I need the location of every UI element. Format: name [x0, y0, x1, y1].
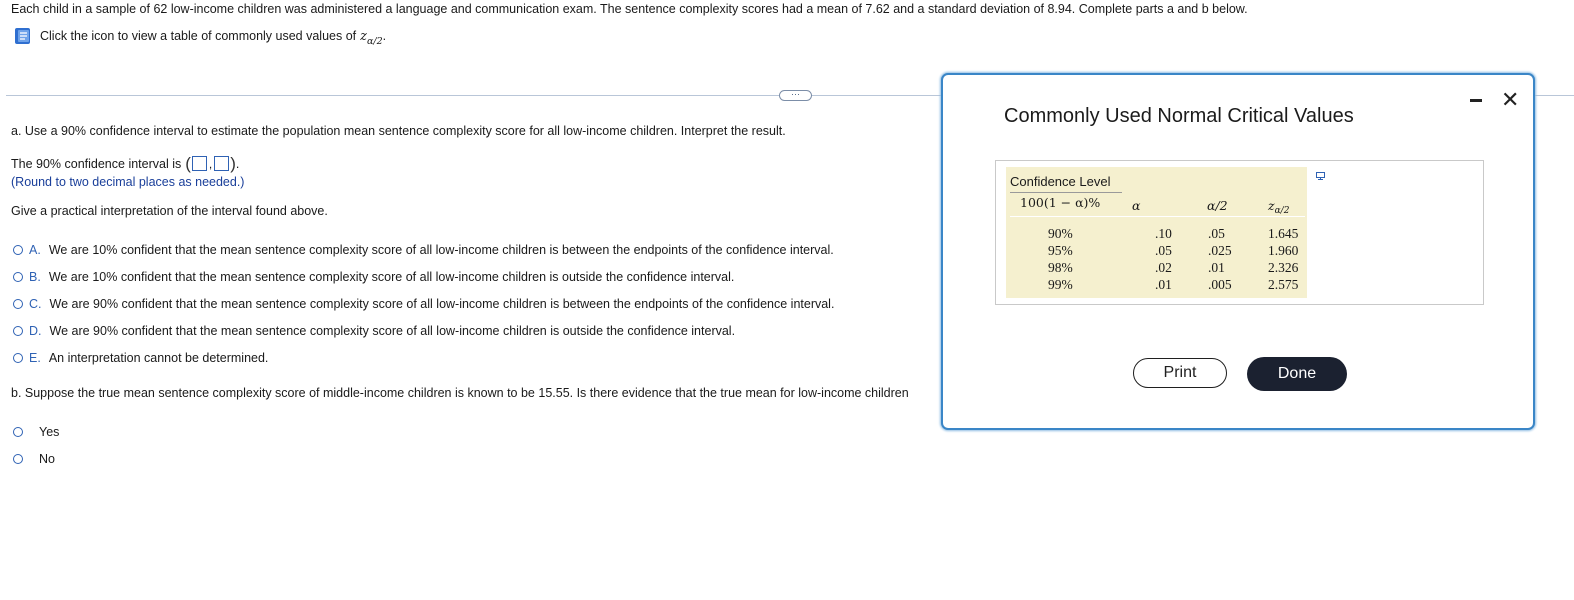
- table-cell: 2.326: [1268, 260, 1299, 275]
- option-letter: B.: [29, 270, 41, 284]
- header-alpha-half: α/2: [1207, 198, 1228, 213]
- interpretation-prompt: Give a practical interpretation of the i…: [11, 204, 328, 218]
- table-cell: 98%: [1048, 260, 1073, 275]
- ci-label: The 90% confidence interval is: [11, 156, 182, 171]
- problem-intro: Each child in a sample of 62 low-income …: [11, 2, 1248, 16]
- ci-answer-line: The 90% confidence interval is ( , ) .: [11, 153, 240, 173]
- table-cell: .01: [1208, 260, 1225, 275]
- close-icon[interactable]: ✕: [1501, 89, 1519, 111]
- dialog-title: Commonly Used Normal Critical Values: [1004, 105, 1354, 127]
- option-text: We are 90% confident that the mean sente…: [49, 297, 835, 311]
- help-period: .: [382, 29, 387, 43]
- radio-button[interactable]: [13, 454, 23, 464]
- table-cell: 95%: [1048, 243, 1073, 258]
- ci-lower-input[interactable]: [191, 156, 207, 171]
- option-letter: E.: [29, 351, 41, 365]
- table-cell: .05: [1208, 226, 1225, 241]
- option-d[interactable]: D. We are 90% confident that the mean se…: [13, 324, 735, 338]
- radio-button[interactable]: [13, 326, 23, 336]
- option-yes-label: Yes: [39, 425, 60, 439]
- copy-table-icon[interactable]: [1316, 172, 1326, 180]
- ci-period: .: [235, 156, 240, 171]
- radio-button[interactable]: [13, 245, 23, 255]
- table-cell: 1.645: [1268, 226, 1299, 241]
- option-a[interactable]: A. We are 10% confident that the mean se…: [13, 243, 834, 257]
- option-text: We are 10% confident that the mean sente…: [48, 270, 735, 284]
- column-confidence: 90% 95% 98% 99%: [1048, 225, 1073, 293]
- table-cell: .05: [1155, 243, 1172, 258]
- critical-values-table: Confidence Level 100(1 − α)% α α/2 zα/2 …: [995, 160, 1484, 305]
- table-cell: .025: [1208, 243, 1232, 258]
- column-alpha: .10 .05 .02 .01: [1155, 225, 1172, 293]
- round-note: (Round to two decimal places as needed.): [11, 175, 245, 189]
- option-text: An interpretation cannot be determined.: [48, 351, 269, 365]
- table-cell: .005: [1208, 277, 1232, 292]
- header-confidence-formula: 100(1 − α)%: [1020, 195, 1101, 210]
- option-text: We are 90% confident that the mean sente…: [49, 324, 736, 338]
- header-z: zα/2: [1268, 198, 1290, 216]
- print-button[interactable]: Print: [1133, 358, 1227, 388]
- option-b[interactable]: B. We are 10% confident that the mean se…: [13, 270, 734, 284]
- help-z-symbol: zα/2: [360, 28, 383, 47]
- ci-answer-group: ( , ) .: [185, 153, 240, 173]
- ci-upper-input[interactable]: [214, 156, 230, 171]
- option-no-label: No: [39, 452, 55, 466]
- ci-comma: ,: [208, 156, 213, 171]
- help-text: Click the icon to view a table of common…: [40, 29, 357, 43]
- table-cell: 90%: [1048, 226, 1073, 241]
- option-no[interactable]: No: [13, 452, 55, 466]
- header-underline: [1010, 192, 1122, 193]
- option-yes[interactable]: Yes: [13, 425, 59, 439]
- option-c[interactable]: C. We are 90% confident that the mean se…: [13, 297, 834, 311]
- help-book-icon[interactable]: [13, 26, 33, 46]
- minimize-icon[interactable]: [1470, 99, 1482, 102]
- header-alpha: α: [1132, 198, 1141, 213]
- option-letter: D.: [29, 324, 42, 338]
- option-e[interactable]: E. An interpretation cannot be determine…: [13, 351, 268, 365]
- expand-button[interactable]: ···: [779, 90, 812, 101]
- table-cell: .02: [1155, 260, 1172, 275]
- table-cell: 2.575: [1268, 277, 1299, 292]
- part-b-question: b. Suppose the true mean sentence comple…: [11, 386, 909, 400]
- part-a-question: a. Use a 90% confidence interval to esti…: [11, 124, 786, 138]
- option-letter: C.: [29, 297, 42, 311]
- table-cell: .10: [1155, 226, 1172, 241]
- done-button[interactable]: Done: [1247, 357, 1347, 391]
- header-separator: [1010, 216, 1305, 217]
- table-cell: .01: [1155, 277, 1172, 292]
- column-z: 1.645 1.960 2.326 2.575: [1268, 225, 1298, 293]
- radio-button[interactable]: [13, 299, 23, 309]
- option-letter: A.: [29, 243, 41, 257]
- table-cell: 99%: [1048, 277, 1073, 292]
- radio-button[interactable]: [13, 427, 23, 437]
- critical-values-dialog: Commonly Used Normal Critical Values ✕ C…: [941, 73, 1535, 430]
- help-row: Click the icon to view a table of common…: [13, 26, 387, 47]
- column-alpha-half: .05 .025 .01 .005: [1208, 225, 1232, 293]
- table-cell: 1.960: [1268, 243, 1299, 258]
- ci-open-paren: (: [185, 153, 191, 173]
- radio-button[interactable]: [13, 353, 23, 363]
- option-text: We are 10% confident that the mean sente…: [48, 243, 834, 257]
- radio-button[interactable]: [13, 272, 23, 282]
- header-confidence-level: Confidence Level: [1010, 174, 1111, 189]
